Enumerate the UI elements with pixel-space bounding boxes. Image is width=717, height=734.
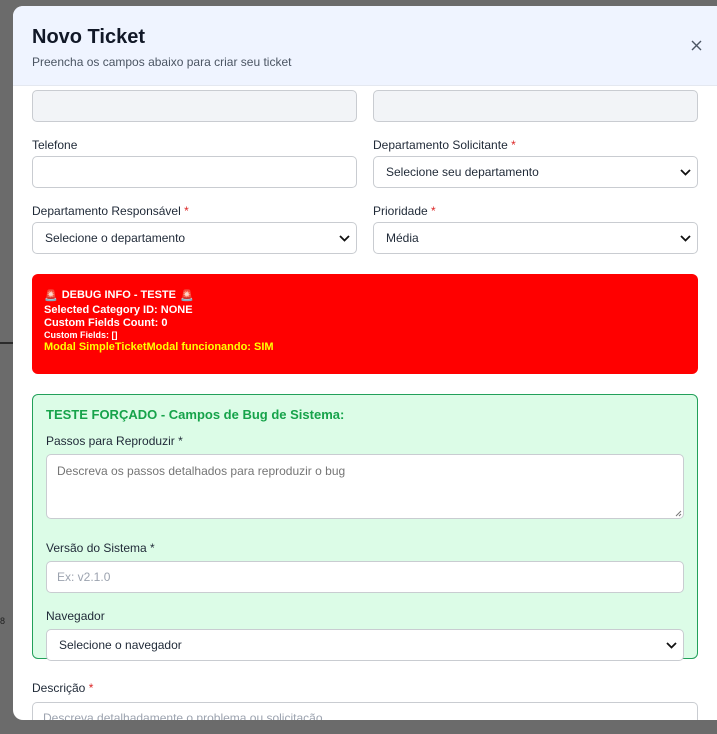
chevron-down-icon — [339, 234, 350, 242]
debug-count-line: Custom Fields Count: 0 — [44, 317, 168, 329]
requesting-department-value: Selecione seu departamento — [386, 165, 539, 179]
phone-label: Telefone — [32, 137, 357, 153]
form-col — [32, 90, 357, 122]
modal-body: Telefone Departamento Solicitante * Sele… — [32, 90, 698, 720]
form-row-top — [32, 90, 698, 122]
debug-fields-line: Custom Fields: [] — [44, 330, 118, 340]
close-button[interactable] — [687, 36, 705, 54]
backdrop-axis-number: 8 — [0, 616, 6, 626]
backdrop-chart-line — [0, 342, 14, 344]
browser-value: Selecione o navegador — [59, 638, 182, 652]
bug-fields-section: TESTE FORÇADO - Campos de Bug de Sistema… — [32, 394, 698, 661]
form-col: Telefone — [32, 137, 357, 188]
requesting-department-label: Departamento Solicitante * — [373, 137, 698, 153]
form-col: Departamento Solicitante * Selecione seu… — [373, 137, 698, 188]
steps-textarea[interactable] — [46, 454, 684, 519]
browser-select[interactable]: Selecione o navegador — [46, 629, 684, 661]
responsible-department-label-text: Departamento Responsável — [32, 204, 181, 218]
debug-title: 🚨 DEBUG INFO - TESTE 🚨 — [44, 288, 686, 302]
version-input[interactable]: Ex: v2.1.0 — [46, 561, 684, 593]
priority-value: Média — [386, 231, 419, 245]
top-left-field[interactable] — [32, 90, 357, 122]
required-mark: * — [431, 204, 436, 218]
browser-label: Navegador — [46, 609, 105, 623]
required-mark: * — [511, 138, 516, 152]
form-col — [373, 90, 698, 122]
debug-info-panel: 🚨 DEBUG INFO - TESTE 🚨 Selected Category… — [32, 274, 698, 374]
responsible-department-label: Departamento Responsável * — [32, 203, 357, 219]
steps-label: Passos para Reproduzir * — [46, 434, 183, 448]
version-placeholder: Ex: v2.1.0 — [57, 570, 111, 584]
modal-title: Novo Ticket — [32, 26, 145, 48]
siren-icon: 🚨 — [179, 289, 194, 302]
priority-select[interactable]: Média — [373, 222, 698, 254]
form-col: Prioridade * Média — [373, 203, 698, 254]
modal-subtitle: Preencha os campos abaixo para criar seu… — [32, 55, 292, 69]
description-label-text: Descrição — [32, 681, 86, 695]
responsible-department-value: Selecione o departamento — [45, 231, 186, 245]
description-label: Descrição * — [32, 680, 698, 696]
responsible-department-select[interactable]: Selecione o departamento — [32, 222, 357, 254]
debug-category-line: Selected Category ID: NONE — [44, 304, 193, 316]
required-mark: * — [184, 204, 189, 218]
requesting-department-select[interactable]: Selecione seu departamento — [373, 156, 698, 188]
phone-input[interactable] — [32, 156, 357, 188]
description-placeholder: Descreva detalhadamente o problema ou so… — [43, 711, 333, 720]
top-right-field[interactable] — [373, 90, 698, 122]
new-ticket-modal: Novo Ticket Preencha os campos abaixo pa… — [13, 6, 717, 720]
form-row-routing: Departamento Responsável * Selecione o d… — [32, 203, 698, 254]
modal-header: Novo Ticket Preencha os campos abaixo pa… — [13, 6, 717, 86]
chevron-down-icon — [680, 234, 691, 242]
priority-label: Prioridade * — [373, 203, 698, 219]
debug-title-text: DEBUG INFO - TESTE — [61, 289, 176, 301]
close-icon — [691, 40, 701, 50]
siren-icon: 🚨 — [44, 289, 58, 302]
description-textarea[interactable]: Descreva detalhadamente o problema ou so… — [32, 702, 698, 720]
steps-wrapper — [46, 454, 684, 524]
form-col: Departamento Responsável * Selecione o d… — [32, 203, 357, 254]
bug-section-title: TESTE FORÇADO - Campos de Bug de Sistema… — [46, 407, 345, 422]
description-group: Descrição * Descreva detalhadamente o pr… — [32, 680, 698, 720]
resize-grip-icon[interactable] — [675, 504, 682, 522]
chevron-down-icon — [666, 641, 677, 649]
priority-label-text: Prioridade — [373, 204, 428, 218]
chevron-down-icon — [680, 168, 691, 176]
requesting-department-label-text: Departamento Solicitante — [373, 138, 508, 152]
debug-modal-line: Modal SimpleTicketModal funcionando: SIM — [44, 341, 274, 353]
phone-label-text: Telefone — [32, 138, 78, 152]
form-row-contact: Telefone Departamento Solicitante * Sele… — [32, 137, 698, 188]
version-label: Versão do Sistema * — [46, 541, 155, 555]
required-mark: * — [88, 681, 94, 695]
